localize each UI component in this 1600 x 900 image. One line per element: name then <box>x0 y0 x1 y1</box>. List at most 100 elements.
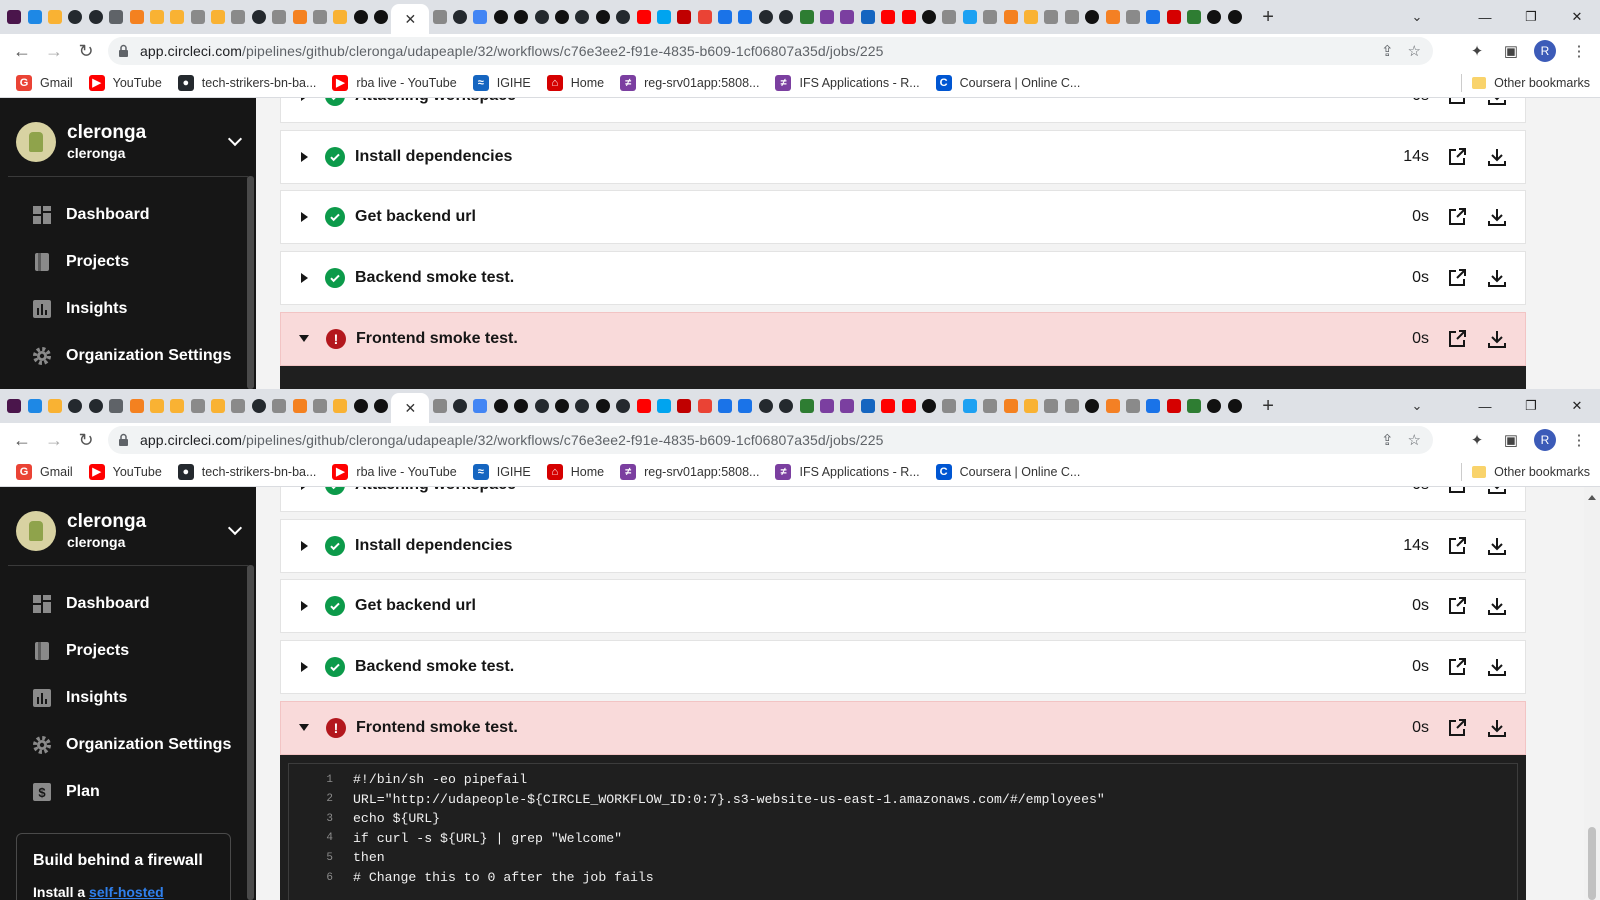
bookmark-item[interactable]: ⌂ Home <box>546 74 604 91</box>
browser-tab[interactable] <box>552 0 572 34</box>
browser-tab[interactable] <box>1123 389 1143 423</box>
download-icon[interactable] <box>1487 98 1507 106</box>
org-switcher[interactable]: cleronga cleronga <box>16 501 246 561</box>
collapse-arrow-icon[interactable] <box>299 724 309 732</box>
browser-tab[interactable] <box>980 0 1000 34</box>
browser-tab[interactable] <box>633 0 653 34</box>
menu-icon[interactable]: ⋮ <box>1568 42 1590 60</box>
job-step[interactable]: Attaching workspace 0s <box>280 487 1526 512</box>
browser-tab[interactable] <box>86 389 106 423</box>
browser-tab[interactable] <box>126 0 146 34</box>
browser-tab[interactable] <box>1041 389 1061 423</box>
browser-tab[interactable] <box>106 389 126 423</box>
browser-tab[interactable] <box>531 0 551 34</box>
browser-tab[interactable] <box>147 0 167 34</box>
browser-tab[interactable] <box>269 0 289 34</box>
browser-tab[interactable] <box>613 0 633 34</box>
browser-tab[interactable] <box>4 389 24 423</box>
job-step[interactable]: Get backend url 0s <box>280 190 1526 245</box>
browser-tab[interactable] <box>188 0 208 34</box>
sidebar-item-insights[interactable]: Insights <box>32 299 127 319</box>
job-step[interactable]: Install dependencies 14s <box>280 518 1526 573</box>
extensions-icon[interactable]: ✦ <box>1466 42 1488 60</box>
browser-tab[interactable] <box>898 0 918 34</box>
browser-tab[interactable] <box>817 0 837 34</box>
browser-tab[interactable] <box>86 0 106 34</box>
browser-tab[interactable] <box>878 389 898 423</box>
browser-tab[interactable] <box>1102 389 1122 423</box>
external-link-icon[interactable] <box>1447 268 1467 288</box>
org-switcher[interactable]: cleronga cleronga <box>16 112 246 172</box>
browser-tab[interactable] <box>613 389 633 423</box>
chevron-down-icon[interactable] <box>227 131 243 147</box>
download-icon[interactable] <box>1487 657 1507 677</box>
browser-tab[interactable] <box>960 0 980 34</box>
browser-tab[interactable] <box>1225 389 1245 423</box>
browser-tab[interactable] <box>289 389 309 423</box>
browser-tab[interactable] <box>450 389 470 423</box>
download-icon[interactable] <box>1487 147 1507 167</box>
browser-tab[interactable] <box>269 389 289 423</box>
browser-tab[interactable] <box>858 0 878 34</box>
browser-tab[interactable] <box>1204 389 1224 423</box>
tab-search-button[interactable]: ⌄ <box>1402 389 1432 423</box>
browser-tab[interactable] <box>552 389 572 423</box>
browser-tab[interactable] <box>878 0 898 34</box>
bookmark-star-icon[interactable]: ☆ <box>1408 42 1421 60</box>
browser-tab[interactable] <box>654 0 674 34</box>
browser-tab[interactable] <box>1143 0 1163 34</box>
sidebar-item-plan[interactable]: $ Plan <box>32 782 100 802</box>
browser-tab[interactable] <box>735 0 755 34</box>
bookmark-star-icon[interactable]: ☆ <box>1408 431 1421 449</box>
browser-tab[interactable] <box>858 389 878 423</box>
browser-tab[interactable] <box>511 0 531 34</box>
job-step[interactable]: Backend smoke test. 0s <box>280 251 1526 306</box>
browser-tab[interactable] <box>1082 0 1102 34</box>
browser-tab[interactable] <box>1143 389 1163 423</box>
bookmark-item[interactable]: ▶ YouTube <box>88 74 162 91</box>
browser-tab[interactable] <box>289 0 309 34</box>
bookmark-item[interactable]: ≈ IGIHE <box>472 463 531 480</box>
browser-tab[interactable] <box>593 0 613 34</box>
browser-tab[interactable] <box>919 0 939 34</box>
forward-button[interactable]: → <box>38 424 70 456</box>
active-tab[interactable]: ✕ <box>391 4 430 34</box>
profile-avatar[interactable]: R <box>1534 429 1556 451</box>
external-link-icon[interactable] <box>1447 329 1467 349</box>
browser-tab[interactable] <box>470 389 490 423</box>
external-link-icon[interactable] <box>1447 657 1467 677</box>
new-tab-button[interactable]: + <box>1253 0 1283 34</box>
browser-tab[interactable] <box>491 0 511 34</box>
browser-tab[interactable] <box>1082 389 1102 423</box>
browser-tab[interactable] <box>371 0 391 34</box>
browser-tab[interactable] <box>65 0 85 34</box>
expand-arrow-icon[interactable] <box>301 212 308 223</box>
other-bookmarks[interactable]: Other bookmarks <box>1461 68 1590 98</box>
bookmark-item[interactable]: ≠ reg-srv01app:5808... <box>620 463 759 480</box>
job-step[interactable]: Install dependencies 14s <box>280 129 1526 184</box>
external-link-icon[interactable] <box>1447 147 1467 167</box>
browser-tab[interactable] <box>249 389 269 423</box>
profile-avatar[interactable]: R <box>1534 40 1556 62</box>
collapse-arrow-icon[interactable] <box>299 335 309 343</box>
browser-tab[interactable] <box>4 0 24 34</box>
browser-tab[interactable] <box>1204 0 1224 34</box>
address-bar[interactable]: app.circleci.com/pipelines/github/cleron… <box>108 37 1433 65</box>
download-icon[interactable] <box>1487 718 1507 738</box>
external-link-icon[interactable] <box>1447 718 1467 738</box>
browser-tab[interactable] <box>817 389 837 423</box>
expand-arrow-icon[interactable] <box>301 487 308 490</box>
browser-tab[interactable] <box>919 389 939 423</box>
sidebar-item-projects[interactable]: Projects <box>32 641 129 661</box>
bookmark-item[interactable]: ● tech-strikers-bn-ba... <box>177 463 316 480</box>
browser-tab[interactable] <box>310 0 330 34</box>
page-scrollbar[interactable] <box>1584 487 1600 900</box>
back-button[interactable]: ← <box>6 424 38 456</box>
bookmark-item[interactable]: ≠ IFS Applications - R... <box>775 74 920 91</box>
extensions-icon[interactable]: ✦ <box>1466 431 1488 449</box>
bookmark-item[interactable]: ⌂ Home <box>546 463 604 480</box>
bookmark-item[interactable]: ≠ IFS Applications - R... <box>775 463 920 480</box>
browser-tab[interactable] <box>65 389 85 423</box>
browser-tab[interactable] <box>429 0 449 34</box>
browser-tab[interactable] <box>715 389 735 423</box>
